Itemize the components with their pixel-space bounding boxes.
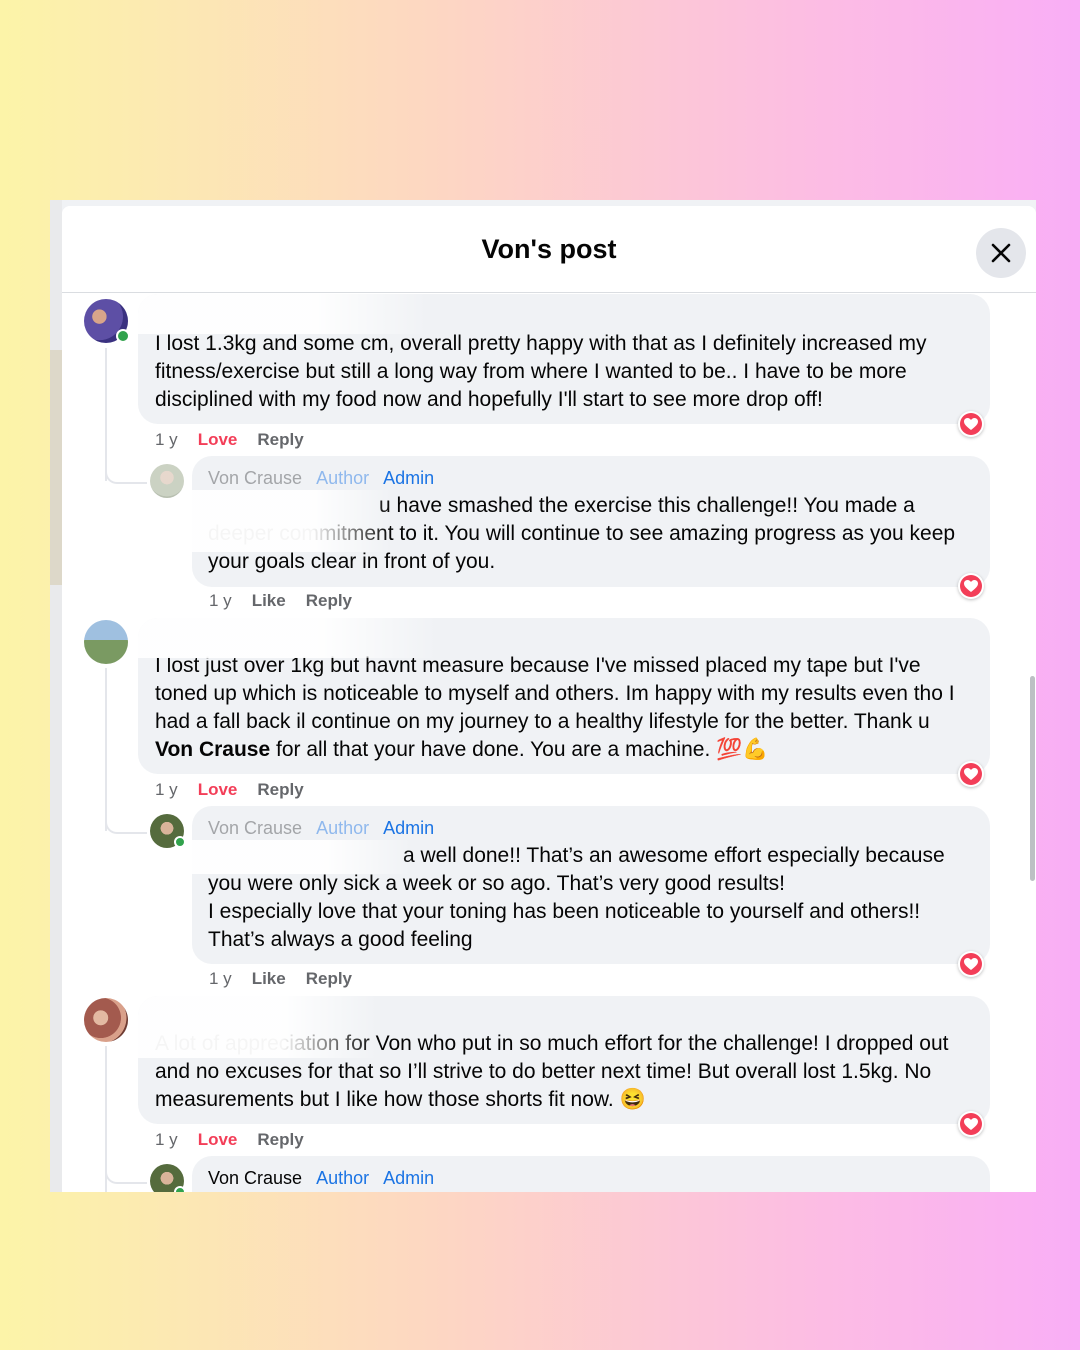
reply-author-row: Von Crause Author Admin xyxy=(208,1168,434,1189)
commenter-avatar[interactable] xyxy=(84,998,128,1042)
heart-icon xyxy=(964,957,978,970)
reply-time[interactable]: 1 y xyxy=(209,591,232,610)
admin-badge: Admin xyxy=(383,1168,435,1188)
redaction-blur xyxy=(138,618,438,658)
thread-line xyxy=(105,348,107,481)
background-feed-image xyxy=(50,350,62,585)
comment-bubble: A lot of appreciation for Von who put in… xyxy=(138,996,990,1124)
love-button[interactable]: Love xyxy=(198,430,238,449)
commenter-avatar[interactable] xyxy=(84,299,130,343)
love-button[interactable]: Love xyxy=(198,1130,238,1149)
comment-actions: 1 y Love Reply xyxy=(155,430,324,450)
reply-bubble: Von Crause Author Admin xyxy=(192,1156,990,1192)
reply-avatar[interactable] xyxy=(150,464,184,498)
reply-button[interactable]: Reply xyxy=(306,591,352,610)
thread-connector xyxy=(105,464,147,484)
post-modal: Von's post I lost 1.3kg and some cm, ove… xyxy=(62,206,1036,1192)
author-badge: Author xyxy=(316,468,370,488)
comment-actions: 1 y Love Reply xyxy=(155,1130,324,1150)
comment-text: I lost just over 1kg but havnt measure b… xyxy=(155,654,955,761)
tagged-user[interactable]: Von Crause xyxy=(155,738,270,761)
commenter-avatar[interactable] xyxy=(84,620,128,664)
comment-text: I lost 1.3kg and some cm, overall pretty… xyxy=(155,332,927,411)
heart-icon xyxy=(964,417,978,430)
reaction-badge[interactable] xyxy=(958,951,984,977)
reply-avatar[interactable] xyxy=(150,1164,186,1192)
reply-avatar[interactable] xyxy=(150,814,186,848)
love-button[interactable]: Love xyxy=(198,780,238,799)
redaction-blur xyxy=(138,996,378,1058)
like-button[interactable]: Like xyxy=(252,591,286,610)
reaction-badge[interactable] xyxy=(958,573,984,599)
reply-button[interactable]: Reply xyxy=(306,969,352,988)
reply-author-name[interactable]: Von Crause xyxy=(208,468,302,488)
online-indicator xyxy=(116,329,130,343)
reply-bubble: Von CrauseAuthorAdmin a well done!! That… xyxy=(192,806,990,964)
thread-connector xyxy=(105,1164,147,1184)
background-feed xyxy=(50,200,62,1192)
author-badge: Author xyxy=(316,1168,370,1188)
comment-time[interactable]: 1 y xyxy=(155,780,178,799)
heart-icon xyxy=(964,767,978,780)
reply-author-name[interactable]: Von Crause xyxy=(208,818,302,838)
reaction-badge[interactable] xyxy=(958,1111,984,1137)
heart-icon xyxy=(964,1117,978,1130)
modal-header: Von's post xyxy=(62,206,1036,293)
reply-actions: 1 y Like Reply xyxy=(209,591,372,611)
modal-title: Von's post xyxy=(481,234,617,264)
like-button[interactable]: Like xyxy=(252,969,286,988)
reply-button[interactable]: Reply xyxy=(257,430,303,449)
reply-actions: 1 y Like Reply xyxy=(209,969,372,989)
comment-time[interactable]: 1 y xyxy=(155,1130,178,1149)
author-badge: Author xyxy=(316,818,370,838)
thread-connector xyxy=(105,814,147,834)
heart-icon xyxy=(964,579,978,592)
reply-bubble: Von CrauseAuthorAdmin u have smashed the… xyxy=(192,456,990,587)
comment-bubble: I lost just over 1kg but havnt measure b… xyxy=(138,618,990,774)
redaction-blur xyxy=(192,490,392,552)
scrollbar[interactable] xyxy=(1030,676,1035,881)
reaction-badge[interactable] xyxy=(958,411,984,437)
comment-bubble: I lost 1.3kg and some cm, overall pretty… xyxy=(138,294,990,424)
reply-author-name[interactable]: Von Crause xyxy=(208,1168,302,1188)
screenshot-window: Von's post I lost 1.3kg and some cm, ove… xyxy=(50,200,1036,1192)
comment-actions: 1 y Love Reply xyxy=(155,780,324,800)
reply-author-row: Von Crause Author Admin xyxy=(208,818,434,839)
reply-button[interactable]: Reply xyxy=(257,1130,303,1149)
reaction-badge[interactable] xyxy=(958,761,984,787)
redaction-blur xyxy=(192,840,412,874)
redaction-blur xyxy=(138,294,428,334)
reply-author-row: Von Crause Author Admin xyxy=(208,468,434,489)
online-indicator xyxy=(174,1186,186,1192)
thread-line xyxy=(105,668,107,831)
reply-time[interactable]: 1 y xyxy=(209,969,232,988)
close-icon xyxy=(991,243,1011,263)
online-indicator xyxy=(174,836,186,848)
admin-badge: Admin xyxy=(383,468,435,488)
close-button[interactable] xyxy=(976,228,1026,278)
emoji-laughing: 😆 xyxy=(619,1088,646,1111)
reply-button[interactable]: Reply xyxy=(257,780,303,799)
comment-time[interactable]: 1 y xyxy=(155,430,178,449)
emoji-hundred-flex: 💯💪 xyxy=(716,738,769,761)
admin-badge: Admin xyxy=(383,818,435,838)
